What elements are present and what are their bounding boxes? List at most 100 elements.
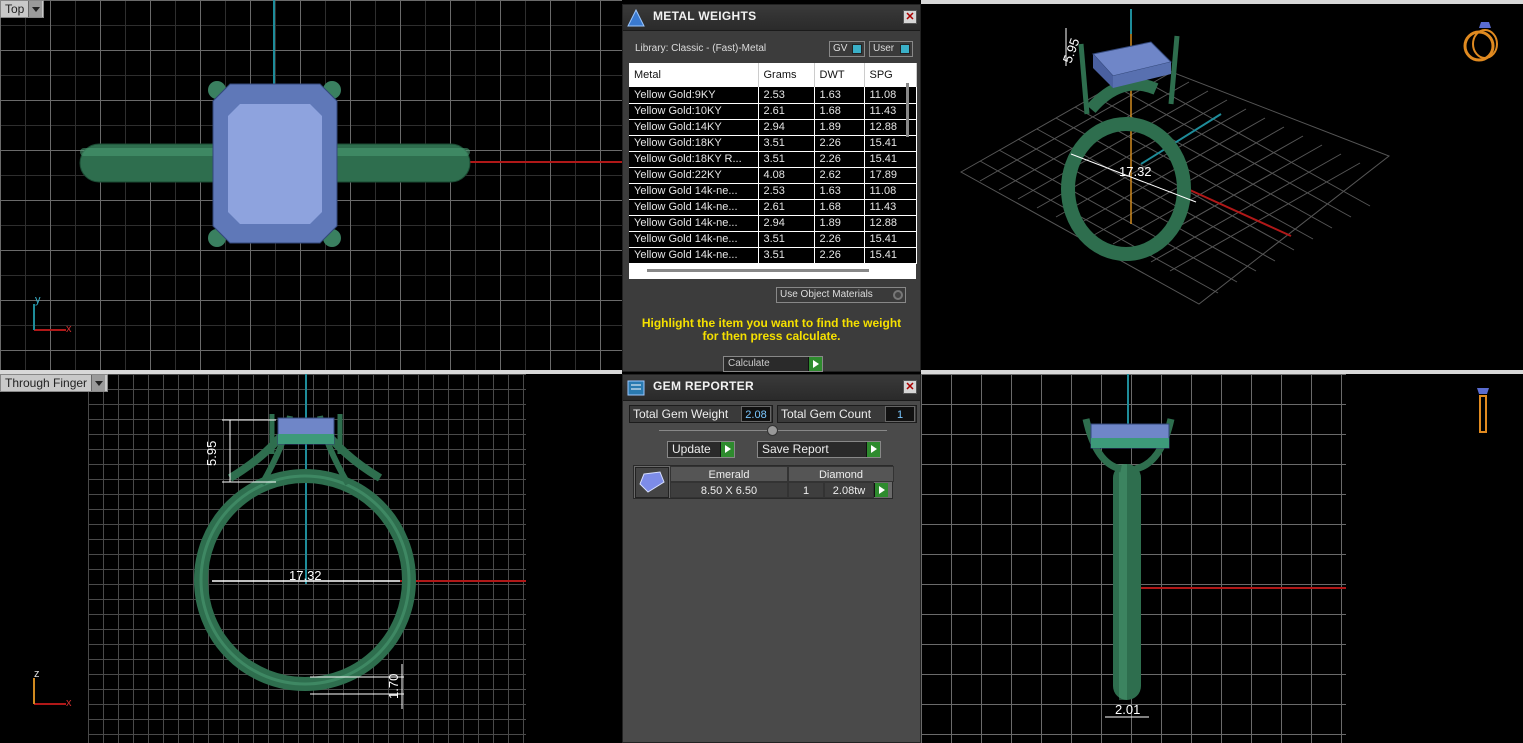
metal-weights-table: Metal Grams DWT SPG Yellow Gold:9KY 2.53 1… (629, 63, 917, 264)
viewport-top[interactable]: Top y x (0, 0, 622, 370)
gem-shape: Emerald (670, 466, 788, 482)
dim-height-perspective: 5.95 (1060, 36, 1083, 65)
gem-reporter-titlebar[interactable]: GEM REPORTER ✕ (623, 375, 920, 401)
side-view-icon[interactable] (1473, 382, 1493, 436)
table-cell: 1.63 (814, 87, 865, 104)
gv-toggle[interactable]: GV (829, 41, 865, 57)
radio-icon (893, 290, 903, 300)
user-toggle-label: User (873, 43, 895, 54)
play-icon (720, 442, 734, 457)
table-cell: 2.53 (758, 87, 815, 104)
divider (921, 370, 1523, 374)
table-row[interactable]: Yellow Gold:22KY 4.08 2.62 17.89 (629, 167, 917, 184)
table-cell: Yellow Gold 14k-ne... (629, 215, 759, 232)
table-row[interactable]: Yellow Gold:18KY R... 3.51 2.26 15.41 (629, 151, 917, 168)
gem-weight: 2.08tw (824, 482, 874, 498)
play-icon (874, 483, 888, 497)
axis-y-label: y (35, 294, 41, 306)
save-report-label: Save Report (762, 442, 829, 456)
metal-weights-panel: METAL WEIGHTS ✕ Library: Classic - (Fast… (622, 4, 921, 372)
gem-reporter-title: GEM REPORTER (653, 379, 754, 393)
table-cell: 3.51 (758, 135, 815, 152)
vertical-scrollbar[interactable] (906, 83, 909, 137)
viewport-top-label-text: Top (5, 2, 25, 16)
table-cell: Yellow Gold:10KY (629, 103, 759, 120)
update-button[interactable]: Update (667, 441, 735, 458)
dim-inner-perspective: 17.32 (1119, 164, 1152, 179)
divider (921, 0, 1523, 4)
table-cell: Yellow Gold:18KY R... (629, 151, 759, 168)
chevron-down-icon[interactable] (28, 1, 43, 17)
close-icon[interactable]: ✕ (903, 380, 917, 394)
gem-list-item[interactable]: Emerald Diamond 8.50 X 6.50 1 2.08tw (633, 465, 894, 499)
gem-report-icon (627, 380, 645, 396)
total-gem-count-text: Total Gem Count (781, 407, 872, 421)
column-header[interactable]: Grams (758, 63, 815, 87)
table-cell: Yellow Gold:22KY (629, 167, 759, 184)
table-row[interactable]: Yellow Gold 14k-ne... 3.51 2.26 15.41 (629, 247, 917, 264)
viewport-through-finger[interactable]: 17.32 5.95 1.70 Through Finger z x (0, 374, 622, 743)
column-header[interactable]: Metal (629, 63, 759, 87)
gem-detail-button[interactable] (874, 483, 890, 497)
save-report-button[interactable]: Save Report (757, 441, 881, 458)
table-cell: 1.63 (814, 183, 865, 200)
gem-reporter-panel: GEM REPORTER ✕ Total Gem Weight 2.08 Tot… (622, 374, 921, 743)
chevron-down-icon[interactable] (91, 375, 106, 391)
table-cell: 2.26 (814, 151, 865, 168)
table-cell: Yellow Gold:14KY (629, 119, 759, 136)
instruction-line-1: Highlight the item you want to find the … (641, 316, 902, 330)
splitter-handle-icon[interactable] (767, 425, 778, 436)
side-view-canvas: 2.01 (1082, 374, 1346, 718)
gem-count: 1 (788, 482, 824, 498)
calculate-button[interactable]: Calculate (723, 356, 823, 372)
table-cell: Yellow Gold 14k-ne... (629, 247, 759, 264)
viewport-perspective[interactable]: 17.32 5.95 (921, 4, 1523, 370)
table-row[interactable]: Yellow Gold 14k-ne... 2.53 1.63 11.08 (629, 183, 917, 200)
table-cell: Yellow Gold:18KY (629, 135, 759, 152)
play-icon (866, 442, 880, 457)
table-row[interactable]: Yellow Gold:14KY 2.94 1.89 12.88 (629, 119, 917, 136)
viewport-side[interactable]: 2.01 (921, 374, 1523, 743)
ring-view-icon[interactable] (1459, 16, 1501, 64)
table-cell: 11.08 (864, 183, 917, 200)
play-icon (808, 357, 822, 371)
divider (0, 370, 622, 374)
table-bottom-strip (629, 263, 916, 279)
table-cell: 4.08 (758, 167, 815, 184)
viewport-through-finger-label[interactable]: Through Finger (0, 374, 108, 392)
user-toggle[interactable]: User (869, 41, 913, 57)
scale-icon (627, 8, 645, 27)
dim-shank-front: 1.70 (386, 674, 401, 699)
top-view-canvas (79, 0, 622, 247)
table-row[interactable]: Yellow Gold 14k-ne... 3.51 2.26 15.41 (629, 231, 917, 248)
table-cell: 1.68 (814, 199, 865, 216)
table-row[interactable]: Yellow Gold:18KY 3.51 2.26 15.41 (629, 135, 917, 152)
axis-z-label: z (34, 668, 40, 680)
table-cell: 17.89 (864, 167, 917, 184)
use-object-materials-toggle[interactable]: Use Object Materials (776, 287, 906, 303)
axis-x-label: x (66, 323, 72, 335)
metal-weights-titlebar[interactable]: METAL WEIGHTS ✕ (623, 5, 920, 31)
table-cell: 2.26 (814, 135, 865, 152)
toggle-switch-icon (900, 44, 910, 54)
table-row[interactable]: Yellow Gold:9KY 2.53 1.63 11.08 (629, 87, 917, 104)
total-gem-weight-value: 2.08 (741, 406, 771, 422)
dim-width-side: 2.01 (1115, 702, 1140, 717)
close-icon[interactable]: ✕ (903, 10, 917, 24)
table-cell: 15.41 (864, 151, 917, 168)
table-cell: 1.68 (814, 103, 865, 120)
gem-material: Diamond (788, 466, 894, 482)
total-gem-count-value: 1 (885, 406, 915, 422)
table-cell: 2.94 (758, 119, 815, 136)
table-row[interactable]: Yellow Gold 14k-ne... 2.61 1.68 11.43 (629, 199, 917, 216)
column-header[interactable]: DWT (814, 63, 865, 87)
table-row[interactable]: Yellow Gold:10KY 2.61 1.68 11.43 (629, 103, 917, 120)
viewport-top-label[interactable]: Top (0, 0, 44, 18)
table-cell: Yellow Gold:9KY (629, 87, 759, 104)
horizontal-scrollbar[interactable] (647, 269, 869, 272)
toggle-switch-icon (852, 44, 862, 54)
gem-size: 8.50 X 6.50 (670, 482, 788, 498)
dim-inner-front: 17.32 (289, 568, 322, 583)
emerald-gem-icon (639, 471, 665, 493)
table-row[interactable]: Yellow Gold 14k-ne... 2.94 1.89 12.88 (629, 215, 917, 232)
